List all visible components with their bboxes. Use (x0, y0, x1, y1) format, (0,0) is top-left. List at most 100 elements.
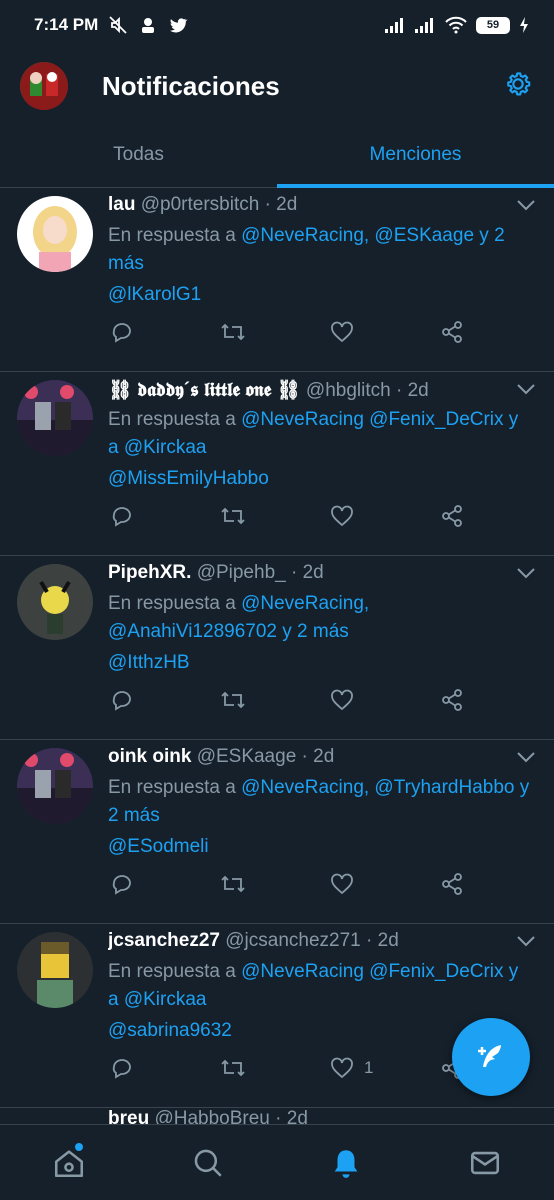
avatar[interactable] (17, 932, 93, 1008)
avatar-image (17, 380, 93, 456)
signal-icon (385, 18, 403, 33)
share-button[interactable] (440, 688, 464, 712)
tweet-menu-button[interactable] (516, 382, 536, 401)
reply-button[interactable] (110, 320, 134, 344)
reply-button[interactable] (110, 872, 134, 896)
heart-icon (331, 689, 353, 711)
wifi-icon (445, 16, 467, 34)
tweet-author-name[interactable]: ⛓ 𝖉𝖆𝖉𝖉𝖞´𝖘 𝖑𝖎𝖙𝖙𝖑𝖊 𝖔𝖓𝖊 ⛓ (108, 380, 301, 401)
share-icon (442, 321, 462, 343)
tweet-time: · 2d (264, 194, 298, 215)
nav-search[interactable] (178, 1133, 238, 1193)
nav-notifications[interactable] (316, 1133, 376, 1193)
tweet-author-handle: @jcsanchez271 (225, 930, 361, 951)
tweet-author-name[interactable]: PipehXR. (108, 562, 191, 583)
compose-feather-icon (478, 1045, 501, 1067)
search-icon (194, 1149, 222, 1177)
tweet-author-handle: @p0rtersbitch (140, 194, 260, 215)
tweet-author-handle: @ESKaage (196, 746, 297, 767)
profile-avatar[interactable] (20, 62, 68, 110)
tweet-item[interactable]: ⛓ 𝖉𝖆𝖉𝖉𝖞´𝖘 𝖑𝖎𝖙𝖙𝖑𝖊 𝖔𝖓𝖊 ⛓ @hbglitch · 2d En… (0, 372, 554, 556)
mentions-feed: lau @p0rtersbitch · 2d En respuesta a @N… (0, 188, 554, 1108)
avatar[interactable] (17, 380, 93, 456)
tweet-time: · 2d (301, 746, 335, 767)
retweet-icon (221, 1059, 245, 1077)
heart-icon (331, 321, 353, 343)
like-button[interactable] (330, 872, 364, 896)
avatar[interactable] (17, 564, 93, 640)
compose-tweet-button[interactable] (452, 1018, 530, 1096)
reply-context: En respuesta a @NeveRacing, @TryhardHabb… (108, 774, 532, 830)
app-header: Notificaciones (0, 50, 554, 122)
tweet-menu-button[interactable] (516, 566, 536, 585)
avatar-image (17, 196, 93, 272)
tweet-menu-button[interactable] (516, 750, 536, 769)
share-button[interactable] (440, 872, 464, 896)
reply-button[interactable] (110, 1056, 134, 1080)
heart-icon (331, 1057, 353, 1079)
reply-prefix: En respuesta a (108, 961, 242, 982)
chevron-down-icon (517, 200, 535, 211)
share-button[interactable] (440, 504, 464, 528)
reply-prefix: En respuesta a (108, 593, 242, 614)
tweet-header: ⛓ 𝖉𝖆𝖉𝖉𝖞´𝖘 𝖑𝖎𝖙𝖙𝖑𝖊 𝖔𝖓𝖊 ⛓ @hbglitch · 2d (108, 378, 504, 402)
gear-icon (507, 71, 531, 95)
chevron-down-icon (517, 384, 535, 395)
tweet-item[interactable]: PipehXR. @Pipehb_ · 2d En respuesta a @N… (0, 556, 554, 740)
tweet-body-mention[interactable]: @sabrina9632 (108, 1020, 232, 1042)
retweet-button[interactable] (220, 688, 246, 712)
like-button[interactable] (330, 504, 364, 528)
tweet-body-mention[interactable]: @MissEmilyHabbo (108, 468, 269, 490)
tweet-item[interactable]: oink oink @ESKaage · 2d En respuesta a @… (0, 740, 554, 924)
retweet-button[interactable] (220, 872, 246, 896)
reply-prefix: En respuesta a (108, 409, 242, 430)
tab-menciones[interactable]: Menciones (277, 122, 554, 188)
tweet-header: oink oink @ESKaage · 2d (108, 746, 504, 768)
tweet-item[interactable]: lau @p0rtersbitch · 2d En respuesta a @N… (0, 188, 554, 372)
nav-messages[interactable] (455, 1133, 515, 1193)
avatar-image (17, 564, 93, 640)
reply-context: En respuesta a @NeveRacing @Fenix_DeCrix… (108, 958, 532, 1014)
notification-tabs: Todas Menciones (0, 122, 554, 188)
retweet-button[interactable] (220, 1056, 246, 1080)
reply-context: En respuesta a @NeveRacing, @ESKaage y 2… (108, 222, 532, 278)
settings-button[interactable] (502, 68, 534, 105)
mail-icon (470, 1151, 499, 1174)
mute-icon (109, 16, 127, 34)
nav-home[interactable] (39, 1133, 99, 1193)
tweet-menu-button[interactable] (516, 198, 536, 217)
bottom-nav (0, 1124, 554, 1200)
tweet-menu-button[interactable] (516, 934, 536, 953)
battery-icon: 59 (476, 16, 510, 34)
retweet-button[interactable] (220, 320, 246, 344)
reply-context: En respuesta a @NeveRacing, @AnahiVi1289… (108, 590, 532, 646)
heart-icon (331, 505, 353, 527)
home-icon (55, 1149, 84, 1177)
tab-todas[interactable]: Todas (0, 122, 277, 187)
reply-button[interactable] (110, 504, 134, 528)
tweet-body-mention[interactable]: @ESodmeli (108, 836, 209, 858)
like-button[interactable] (330, 688, 364, 712)
like-button[interactable] (330, 320, 364, 344)
avatar[interactable] (17, 196, 93, 272)
tweet-author-name[interactable]: lau (108, 194, 135, 215)
reply-button[interactable] (110, 688, 134, 712)
retweet-button[interactable] (220, 504, 246, 528)
avatar-image (17, 748, 93, 824)
tweet-body-mention[interactable]: @ItthzHB (108, 652, 190, 674)
avatar[interactable] (17, 748, 93, 824)
reply-icon (112, 691, 131, 711)
tweet-body-mention[interactable]: @lKarolG1 (108, 284, 201, 306)
tweet-author-name[interactable]: jcsanchez27 (108, 930, 220, 951)
heart-icon (331, 873, 353, 895)
charging-icon (520, 17, 528, 33)
status-left-icons (108, 15, 188, 35)
status-bar: 7:14 PM 59 (0, 0, 554, 50)
home-unread-dot (75, 1142, 84, 1151)
retweet-icon (221, 507, 245, 525)
share-button[interactable] (440, 320, 464, 344)
reply-prefix: En respuesta a (108, 777, 242, 798)
tweet-author-name[interactable]: oink oink (108, 746, 191, 767)
like-button[interactable]: 1 (330, 1056, 373, 1080)
reply-icon (112, 1059, 131, 1079)
